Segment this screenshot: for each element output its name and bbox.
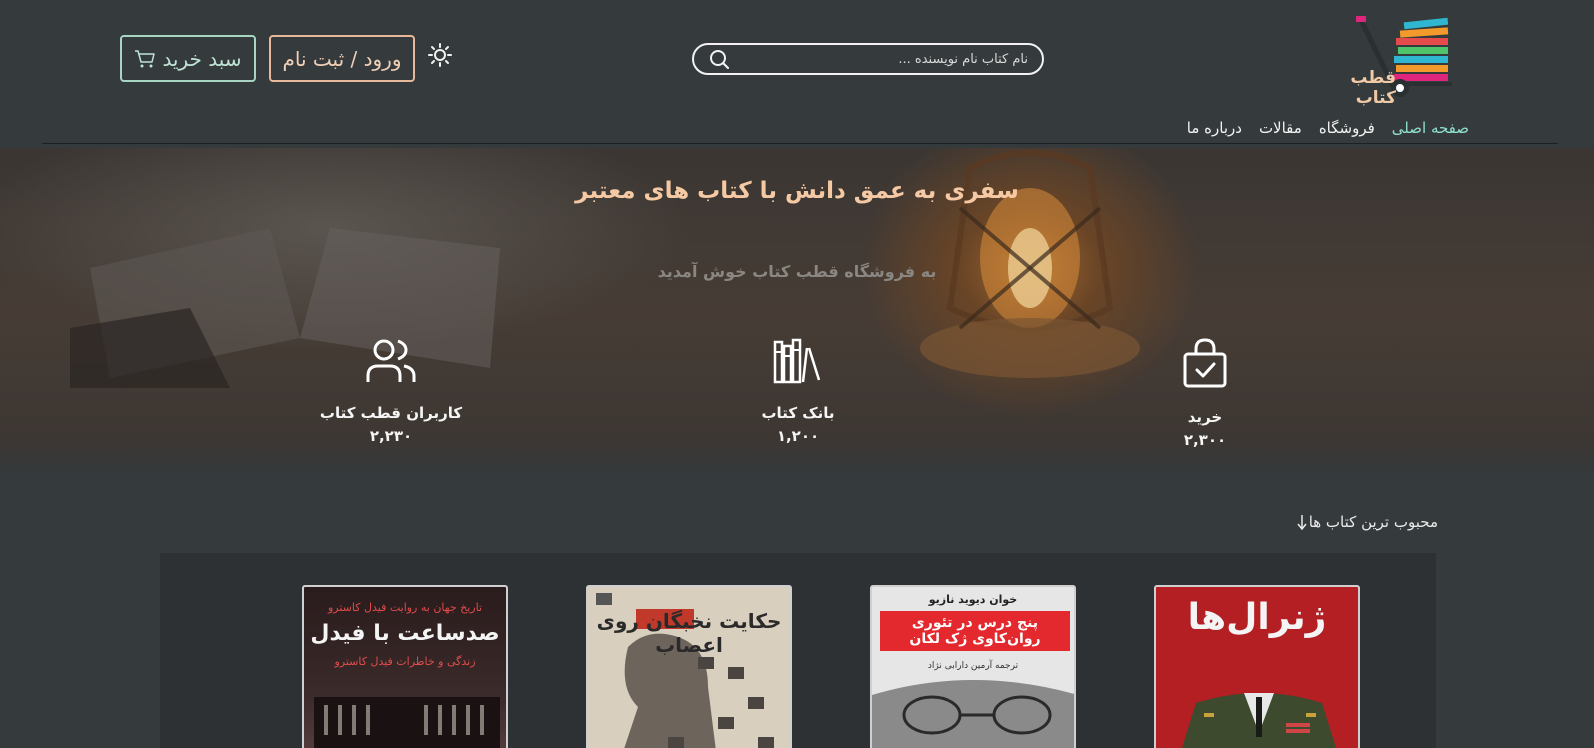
- login-register-label: ورود / ثبت نام: [282, 46, 402, 71]
- book-cover-general-image: [1181, 693, 1337, 748]
- popular-books-carousel: تاریخ جهان به روایت فیدل کاسترو صدساعت ب…: [160, 553, 1436, 748]
- nav-item-shop[interactable]: فروشگاه: [1319, 119, 1375, 137]
- cart-label: سبد خرید: [162, 46, 242, 71]
- popular-books-title: محبوب ترین کتاب ها: [1308, 513, 1438, 531]
- search-box[interactable]: [692, 43, 1044, 75]
- stat-book-bank: بانک کتاب ۱,۲۰۰: [698, 338, 898, 445]
- book-cover-title: پنج درس در تئوری روان‌کاوی ژک لکان: [880, 611, 1070, 651]
- book-cover-translator: ترجمه آرمین دارابی نژاد: [927, 661, 1019, 671]
- nav-item-home[interactable]: صفحه اصلی: [1392, 119, 1469, 137]
- stat-users-label: کاربران قطب کتاب: [319, 404, 463, 422]
- nav-divider: [42, 143, 1558, 144]
- hero-banner: سفری به عمق دانش با کتاب های معتبر به فر…: [0, 148, 1594, 478]
- stat-purchases: خرید ۲,۳۰۰: [1105, 338, 1305, 449]
- nav-item-articles[interactable]: مقالات: [1259, 119, 1302, 137]
- login-register-button[interactable]: ورود / ثبت نام: [269, 35, 415, 82]
- book-card[interactable]: تاریخ جهان به روایت فیدل کاسترو صدساعت ب…: [302, 585, 508, 748]
- book-card[interactable]: خوان دیوید نازیو پنج درس در تئوری روان‌ک…: [870, 585, 1076, 748]
- stat-purchases-value: ۲,۳۰۰: [1183, 431, 1227, 449]
- book-cover-title: حکایت نخبگان روی اعصاب: [596, 609, 782, 657]
- popular-books-heading: محبوب ترین کتاب ها: [1297, 513, 1438, 531]
- stat-book-bank-label: بانک کتاب: [761, 404, 835, 422]
- site-header: قطب کتاب ورود / ثبت نام سبد خرید صفحه اص…: [0, 0, 1594, 145]
- stat-book-bank-value: ۱,۲۰۰: [776, 427, 820, 445]
- nav-item-about[interactable]: درباره ما: [1187, 119, 1242, 137]
- logo-text[interactable]: قطب کتاب: [1316, 68, 1396, 108]
- book-cover-title: ژنرال‌ها: [1187, 597, 1327, 638]
- hero-title: سفری به عمق دانش با کتاب های معتبر: [575, 178, 1019, 204]
- stat-purchases-label: خرید: [1187, 408, 1223, 426]
- bookshelf-icon: [773, 338, 821, 384]
- cart-button[interactable]: سبد خرید: [120, 35, 256, 82]
- stat-users: کاربران قطب کتاب ۲,۲۳۰: [291, 338, 491, 445]
- cart-icon: [135, 49, 156, 67]
- book-card[interactable]: ژنرال‌ها: [1154, 585, 1360, 748]
- book-cover-author: خوان دیوید نازیو: [928, 593, 1018, 606]
- book-cover-portrait-image: [872, 680, 1074, 748]
- stat-users-value: ۲,۲۳۰: [369, 427, 413, 445]
- search-input[interactable]: [738, 49, 1028, 69]
- search-icon[interactable]: [708, 49, 730, 71]
- users-icon: [366, 339, 416, 382]
- book-cover-building-image: [314, 697, 500, 748]
- arrow-down-icon: [1297, 515, 1307, 530]
- main-nav: صفحه اصلی فروشگاه مقالات درباره ما: [1187, 119, 1469, 137]
- book-card[interactable]: حکایت نخبگان روی اعصاب: [586, 585, 792, 748]
- shopping-bag-check-icon: [1183, 338, 1227, 388]
- book-cover-top-line: تاریخ جهان به روایت فیدل کاسترو: [327, 601, 483, 614]
- hero-subtitle: به فروشگاه قطب کتاب خوش آمدید: [657, 262, 937, 281]
- sun-icon[interactable]: [428, 43, 452, 67]
- book-cover-subtitle: زندگی و خاطرات فیدل کاسترو: [334, 655, 476, 668]
- book-cover-title: صدساعت با فیدل: [310, 621, 500, 646]
